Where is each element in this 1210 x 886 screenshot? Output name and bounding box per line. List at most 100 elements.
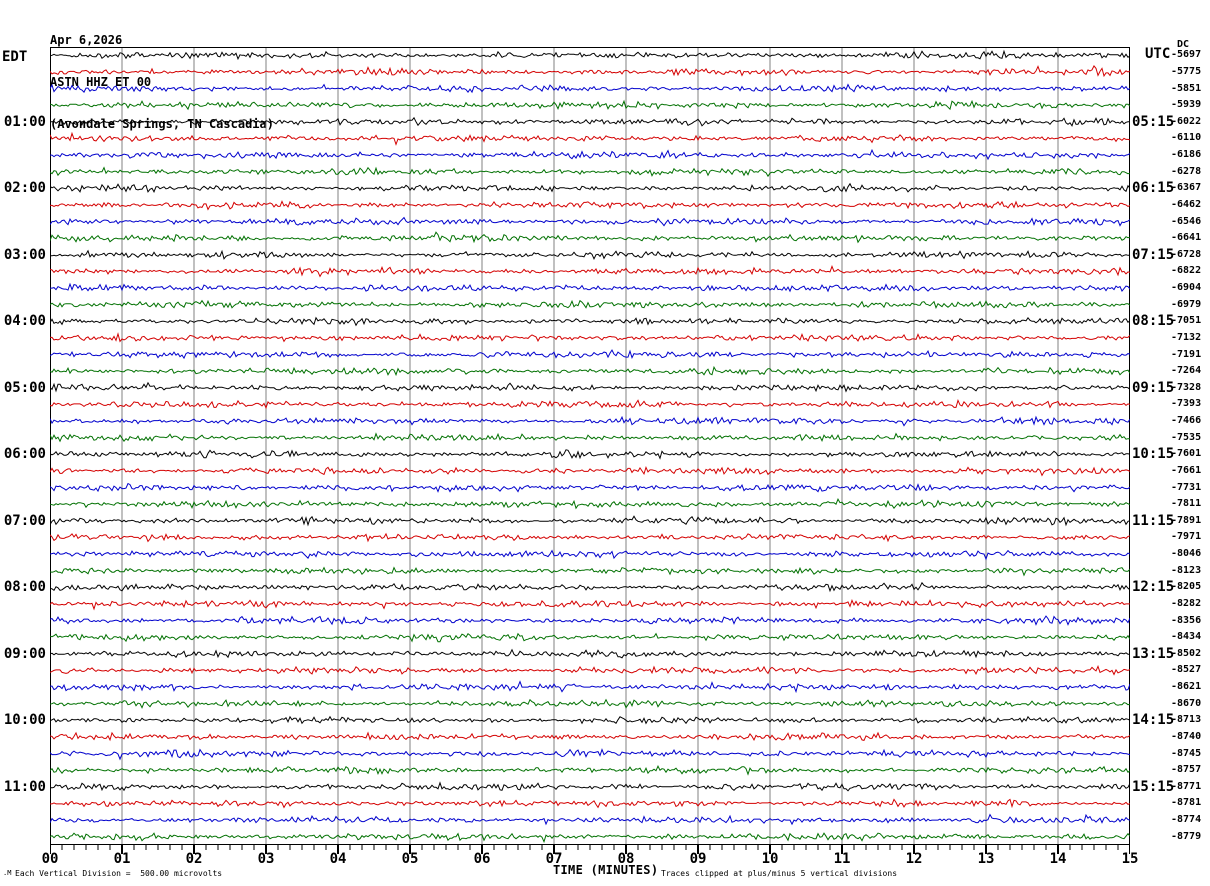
- helicorder-plot: [50, 47, 1130, 859]
- dc-offset-value: -7601: [1171, 448, 1202, 460]
- dc-offset-value: -8356: [1171, 614, 1202, 626]
- dc-offset-value: -6186: [1171, 149, 1202, 161]
- dc-offset-value: -8621: [1171, 681, 1202, 693]
- edt-hour-label: 02:00: [3, 180, 46, 197]
- dc-offset-value: -7466: [1171, 415, 1202, 427]
- dc-offset-value: -8757: [1171, 764, 1202, 776]
- edt-hour-label: 04:00: [3, 313, 46, 330]
- x-tick-label: 01: [113, 851, 131, 867]
- seismogram-trace-row: [50, 648, 1130, 659]
- seismogram-trace-row: [50, 665, 1130, 676]
- utc-hour-label: 13:15: [1132, 645, 1175, 662]
- utc-hour-label: 15:15: [1132, 778, 1175, 795]
- utc-hour-label: 14:15: [1132, 712, 1175, 729]
- dc-offset-value: -6278: [1171, 165, 1202, 177]
- x-tick-label: 03: [257, 851, 275, 867]
- seismogram-trace-row: [50, 282, 1130, 293]
- dc-offset-value: -7264: [1171, 365, 1202, 377]
- dc-offset-value: -6110: [1171, 132, 1202, 144]
- dc-offset-value: -8046: [1171, 548, 1202, 560]
- seismogram-trace-row: [50, 216, 1130, 227]
- seismogram-trace-row: [50, 99, 1130, 111]
- dc-offset-value: -8713: [1171, 714, 1202, 726]
- dc-offset-value: -6822: [1171, 265, 1202, 277]
- seismogram-trace-row: [50, 632, 1130, 643]
- dc-offset-value: -8781: [1171, 797, 1202, 809]
- x-tick-label: 10: [761, 851, 779, 867]
- dc-offset-value: -6462: [1171, 198, 1202, 210]
- seismogram-trace-row: [50, 316, 1130, 327]
- dc-offset-value: -8205: [1171, 581, 1202, 593]
- seismogram-trace-row: [50, 231, 1130, 244]
- seismogram-trace-row: [50, 715, 1130, 725]
- edt-hour-label: 01:00: [3, 113, 46, 130]
- x-tick-label: 05: [401, 851, 419, 867]
- dc-offset-value: -8774: [1171, 814, 1202, 826]
- dc-offset-value: -7535: [1171, 431, 1202, 443]
- dc-offset-value: -7891: [1171, 514, 1202, 526]
- seismogram-trace-row: [50, 599, 1130, 611]
- seismogram-trace-row: [50, 116, 1130, 127]
- seismogram-trace-row: [50, 264, 1130, 278]
- seismogram-trace-row: [50, 748, 1130, 761]
- dc-offset-value: -7132: [1171, 331, 1202, 343]
- seismogram-trace-row: [50, 148, 1130, 161]
- dc-offset-value: -7661: [1171, 464, 1202, 476]
- edt-hour-label: 09:00: [3, 645, 46, 662]
- seismogram-trace-row: [50, 465, 1130, 477]
- seismogram-trace-row: [50, 549, 1130, 561]
- x-tick-label: 14: [1049, 851, 1067, 867]
- x-tick-label: 00: [41, 851, 59, 867]
- utc-header: UTC: [1145, 46, 1171, 62]
- dc-offset-value: -8123: [1171, 564, 1202, 576]
- utc-hour-label: 06:15: [1132, 180, 1175, 197]
- dc-offset-value: -8434: [1171, 631, 1202, 643]
- dc-offset-value: -5775: [1171, 65, 1202, 77]
- seismogram-trace-row: [50, 615, 1130, 626]
- scale-note: Each Vertical Division = 500.00 microvol…: [15, 869, 223, 878]
- clip-note: Traces clipped at plus/minus 5 vertical …: [661, 869, 898, 878]
- seismogram-trace-row: [50, 349, 1130, 360]
- utc-hour-label: 11:15: [1132, 512, 1175, 529]
- x-axis-title: TIME (MINUTES): [553, 863, 659, 877]
- seismogram-trace-row: [50, 332, 1130, 343]
- edt-hour-label: 10:00: [3, 712, 46, 729]
- seismogram-trace-row: [50, 482, 1130, 493]
- dc-offset-value: -8745: [1171, 747, 1202, 759]
- dc-offset-value: -8779: [1171, 830, 1202, 842]
- dc-offset-value: -7971: [1171, 531, 1202, 543]
- dc-offset-value: -8670: [1171, 697, 1202, 709]
- seismogram-trace-row: [50, 49, 1130, 61]
- edt-hour-label: 03:00: [3, 246, 46, 263]
- dc-offset-value: -8527: [1171, 664, 1202, 676]
- dc-offset-value: -7191: [1171, 348, 1202, 360]
- utc-hour-label: 05:15: [1132, 113, 1175, 130]
- seismogram-trace-row: [50, 498, 1130, 510]
- edt-hour-label: 05:00: [3, 379, 46, 396]
- seismogram-traces: [50, 47, 1130, 854]
- seismogram-trace-row: [50, 532, 1130, 543]
- dc-offset-value: -8771: [1171, 780, 1202, 792]
- edt-hour-label: 06:00: [3, 446, 46, 463]
- utc-hour-label: 10:15: [1132, 446, 1175, 463]
- seismogram-trace-row: [50, 432, 1130, 443]
- x-tick-label: 09: [689, 851, 707, 867]
- dc-offset-value: -8282: [1171, 597, 1202, 609]
- x-tick-label: 02: [185, 851, 203, 867]
- seismogram-trace-row: [50, 765, 1130, 776]
- seismogram-trace-row: [50, 249, 1130, 260]
- seismogram-trace-row: [50, 515, 1130, 527]
- dc-offset-value: -8740: [1171, 730, 1202, 742]
- seismogram-trace-row: [50, 381, 1130, 393]
- seismogram-trace-row: [50, 581, 1130, 593]
- dc-offset-value: -7328: [1171, 381, 1202, 393]
- seismogram-trace-row: [50, 182, 1130, 193]
- seismogram-trace-row: [50, 415, 1130, 427]
- x-tick-label: 12: [905, 851, 923, 867]
- dc-offset-value: -6728: [1171, 248, 1202, 260]
- dc-offset-value: -6367: [1171, 182, 1202, 194]
- dc-offset-value: -7811: [1171, 498, 1202, 510]
- seismogram-trace-row: [50, 731, 1130, 742]
- seismogram-trace-row: [50, 200, 1130, 211]
- x-tick-label: 04: [329, 851, 347, 867]
